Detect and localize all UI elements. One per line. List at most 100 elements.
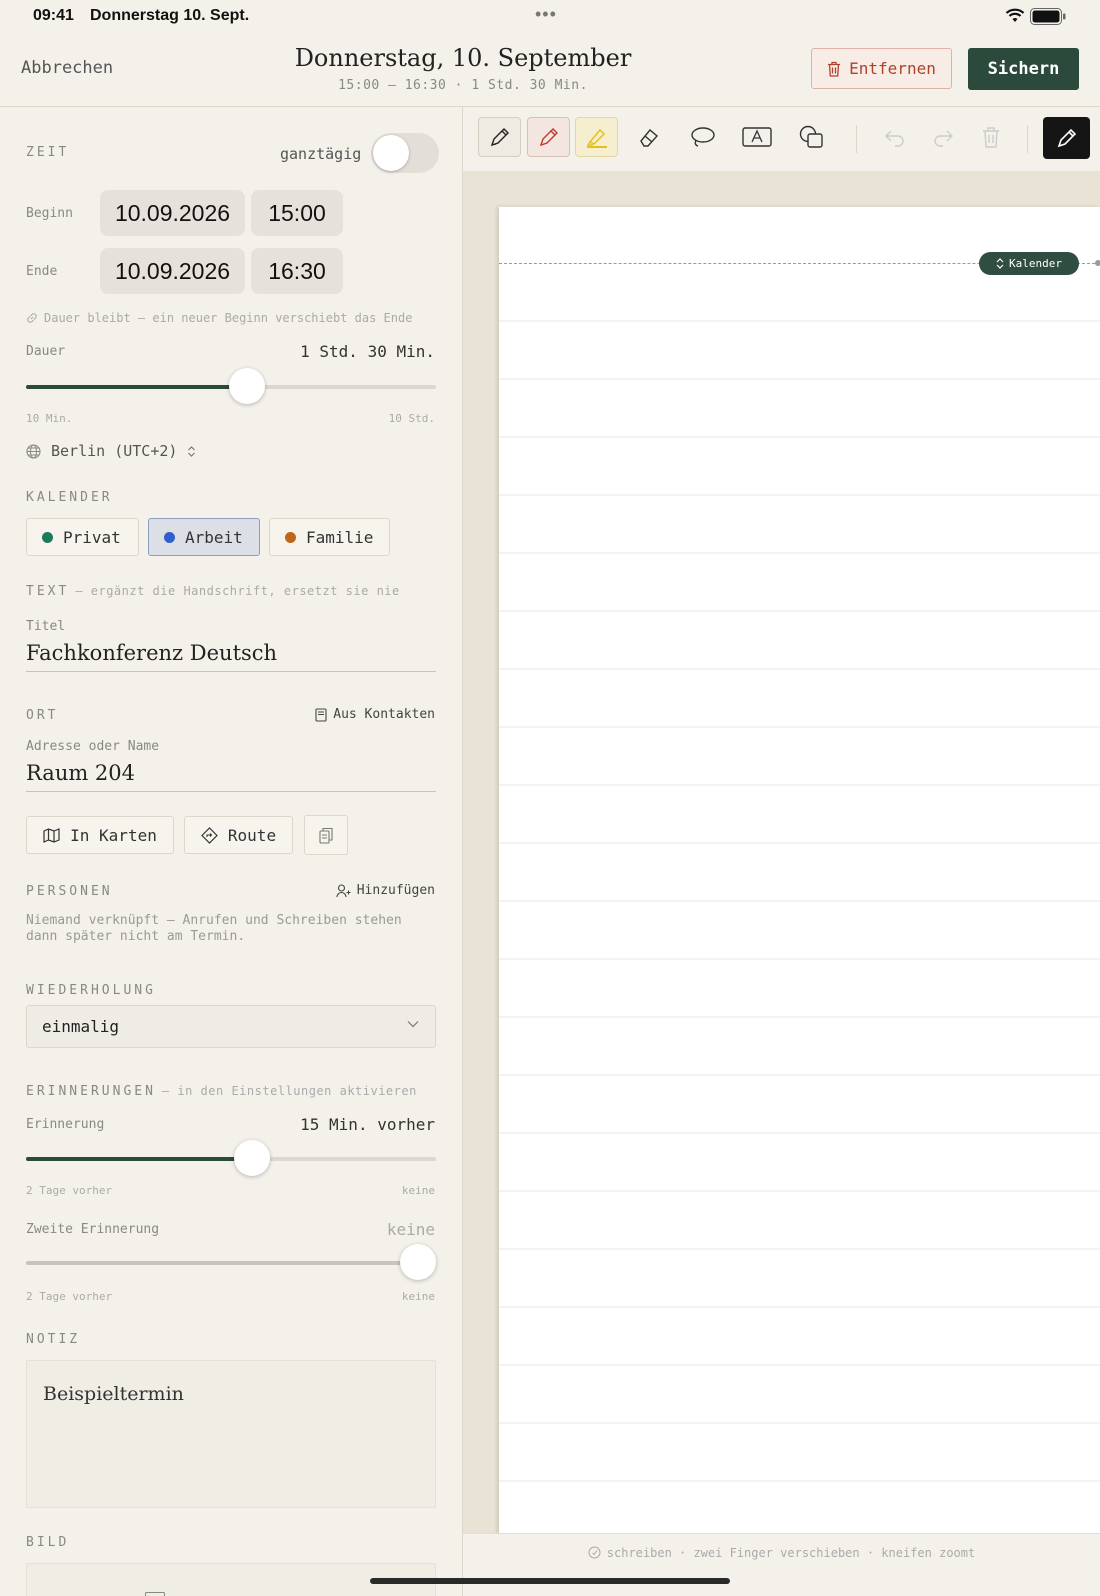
highlighter-icon	[586, 128, 607, 148]
redo-button[interactable]	[921, 117, 964, 157]
handwriting-sheet[interactable]: Kalender	[499, 207, 1100, 1533]
title-label: Titel	[26, 619, 66, 634]
delete-drawing-button[interactable]	[969, 117, 1012, 157]
add-person-icon	[336, 883, 351, 897]
second-reminder-slider[interactable]	[26, 1244, 436, 1280]
slider-thumb[interactable]	[400, 1244, 436, 1280]
handwriting-canvas-area[interactable]: Kalender	[463, 171, 1100, 1533]
drawing-toolbar	[463, 107, 1100, 171]
lasso-tool-button[interactable]	[681, 117, 724, 157]
reminder-max: keine	[401, 1184, 435, 1197]
eraser-tool-button[interactable]	[627, 117, 670, 157]
copy-icon	[319, 827, 333, 844]
calendar-option-familie[interactable]: Familie	[269, 518, 390, 556]
slider-track	[26, 1261, 436, 1265]
reminder-min: 2 Tage vorher	[26, 1184, 113, 1197]
duration-max: 10 Std.	[388, 412, 435, 425]
multitasking-dots-icon[interactable]: •••	[535, 4, 557, 25]
section-zeit-label: ZEIT	[26, 145, 70, 160]
link-icon	[27, 313, 37, 323]
reminder-value: 15 Min. vorher	[300, 1115, 435, 1134]
section-personen-label: PERSONEN	[26, 884, 113, 899]
address-input[interactable]: Raum 204	[26, 761, 436, 792]
undo-button[interactable]	[873, 117, 916, 157]
calendar-color-dot	[285, 531, 296, 543]
second-reminder-max: keine	[401, 1290, 435, 1303]
add-person-link[interactable]: Hinzufügen	[336, 883, 435, 898]
pencil-icon	[1057, 128, 1076, 148]
battery-icon	[1030, 8, 1066, 25]
contact-book-icon	[315, 707, 327, 722]
header: Abbrechen Donnerstag, 10. September 15:0…	[0, 34, 1100, 107]
allday-toggle[interactable]	[371, 133, 439, 173]
section-kalender-label: KALENDER	[26, 490, 113, 505]
boundary-end-dot	[1095, 260, 1100, 266]
red-pen-tool-button[interactable]	[527, 117, 570, 157]
note-textarea[interactable]: Beispieltermin	[26, 1360, 436, 1508]
pen-icon	[490, 128, 509, 147]
toolbar-separator	[856, 125, 857, 153]
red-pen-icon	[539, 128, 558, 147]
section-ort-label: ORT	[26, 708, 59, 723]
second-reminder-label: Zweite Erinnerung	[26, 1222, 160, 1237]
route-icon	[201, 826, 218, 844]
event-form-panel: ZEIT ganztägig Beginn 10.09.2026 15:00 E…	[0, 107, 463, 1596]
status-date: Donnerstag 10. Sept.	[90, 7, 250, 24]
pencil-mode-button[interactable]	[1043, 117, 1090, 159]
shapes-tool-button[interactable]	[790, 117, 833, 157]
chevron-updown-icon	[996, 258, 1004, 269]
chevron-updown-icon	[188, 445, 196, 457]
map-icon	[43, 827, 60, 843]
globe-icon	[26, 443, 41, 459]
reminder-label: Erinnerung	[26, 1117, 105, 1132]
wifi-icon	[1005, 8, 1025, 22]
trash-icon	[982, 127, 999, 148]
header-subtitle: 15:00 – 16:30 · 1 Std. 30 Min.	[338, 78, 588, 93]
section-text-label: TEXT – ergänzt die Handschrift, ersetzt s…	[26, 584, 400, 599]
remove-button[interactable]: Entfernen	[811, 48, 952, 89]
duration-value: 1 Std. 30 Min.	[300, 342, 435, 361]
end-time-field[interactable]: 16:30	[251, 248, 343, 294]
start-date-field[interactable]: 10.09.2026	[100, 190, 245, 236]
start-time-field[interactable]: 15:00	[251, 190, 343, 236]
calendar-option-arbeit[interactable]: Arbeit	[148, 518, 260, 556]
canvas-hint-bar: schreiben · zwei Finger verschieben · kn…	[463, 1533, 1100, 1596]
copy-address-button[interactable]	[304, 815, 348, 855]
header-title: Donnerstag, 10. September	[294, 44, 632, 72]
duration-slider[interactable]	[26, 368, 436, 404]
chevron-down-icon	[407, 1021, 419, 1028]
text-box-tool-button[interactable]	[735, 117, 778, 157]
timezone-picker[interactable]: Berlin (UTC+2)	[26, 442, 196, 460]
trash-icon	[828, 61, 841, 77]
status-time: 09:41	[33, 7, 74, 24]
second-reminder-value: keine	[386, 1220, 435, 1239]
title-input[interactable]: Fachkonferenz Deutsch	[26, 641, 436, 672]
pen-tool-button[interactable]	[478, 117, 521, 157]
calendar-option-privat[interactable]: Privat	[26, 518, 139, 556]
section-wiederholung-label: WIEDERHOLUNG	[26, 983, 156, 998]
section-notiz-label: NOTIZ	[26, 1332, 81, 1347]
reminder-slider[interactable]	[26, 1140, 436, 1176]
text-box-icon	[741, 127, 772, 147]
end-date-field[interactable]: 10.09.2026	[100, 248, 245, 294]
calendar-boundary-handle[interactable]: Kalender	[979, 252, 1079, 275]
from-contacts-link[interactable]: Aus Kontakten	[315, 707, 435, 722]
lasso-icon	[690, 127, 715, 147]
toolbar-separator	[1027, 125, 1028, 153]
calendar-color-dot	[42, 531, 53, 543]
slider-thumb[interactable]	[233, 1140, 270, 1176]
slider-fill	[26, 385, 248, 389]
slider-thumb[interactable]	[229, 368, 266, 404]
save-button[interactable]: Sichern	[968, 48, 1079, 90]
start-label: Beginn	[26, 206, 73, 221]
calendar-color-dot	[164, 531, 175, 543]
open-in-maps-button[interactable]: In Karten	[26, 816, 174, 854]
slider-fill	[26, 1157, 252, 1161]
repeat-select[interactable]: einmalig	[26, 1005, 436, 1048]
route-button[interactable]: Route	[184, 816, 293, 854]
section-erinnerungen-label: ERINNERUNGEN – in den Einstellungen aktiv…	[26, 1084, 417, 1099]
duration-min: 10 Min.	[26, 412, 73, 425]
redo-icon	[933, 130, 953, 147]
timezone-value: Berlin (UTC+2)	[51, 442, 178, 460]
highlighter-tool-button[interactable]	[575, 117, 618, 157]
